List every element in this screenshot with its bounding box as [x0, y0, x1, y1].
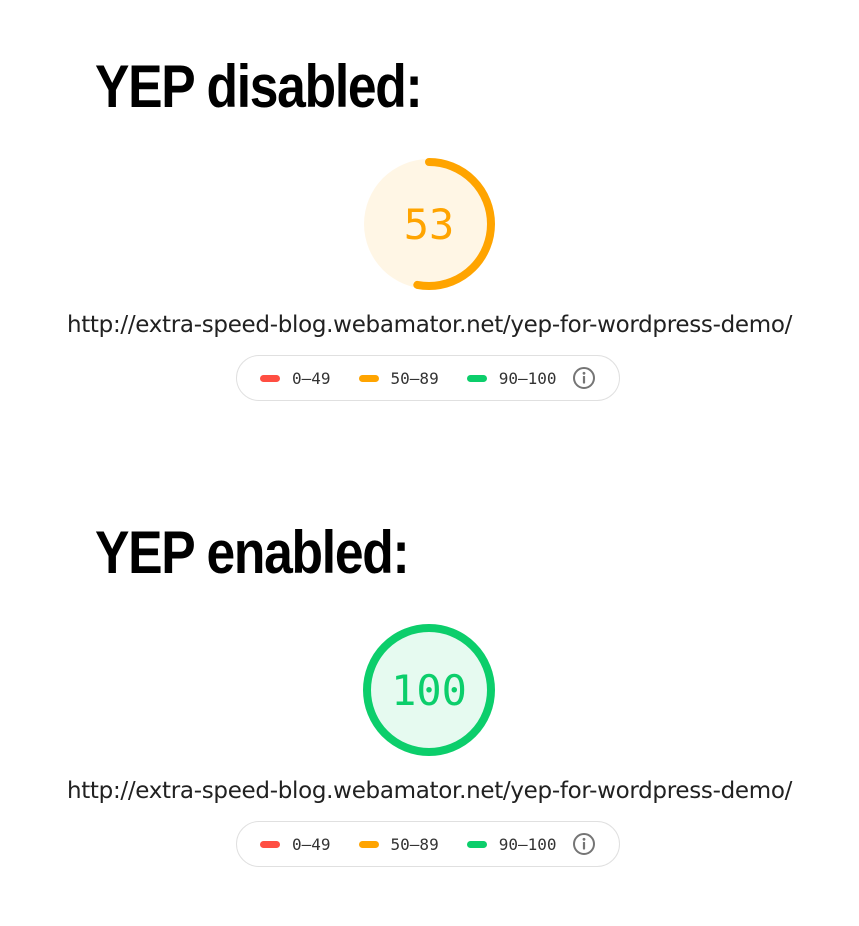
section-heading: YEP disabled: [95, 53, 423, 120]
legend-swatch-fail [260, 840, 280, 848]
report-enabled: YEP enabled: 100 http://extra-speed-blog… [0, 466, 859, 886]
legend-swatch-fail [260, 374, 280, 382]
legend-label: 90–100 [498, 834, 557, 854]
score-legend: 0–49 50–89 90–100 [236, 821, 620, 867]
legend-item-fail: 0–49 [260, 369, 331, 388]
score-legend: 0–49 50–89 90–100 [236, 355, 620, 401]
legend-item-average: 50–89 [358, 834, 439, 854]
legend-label: 50–89 [390, 834, 439, 854]
section-heading: YEP enabled: [95, 519, 410, 586]
legend-swatch-average [358, 374, 379, 382]
legend-label: 90–100 [498, 368, 557, 388]
score-gauge: 100 [359, 620, 499, 760]
legend-label: 50–89 [390, 368, 439, 388]
legend-item-fail: 0–49 [260, 835, 331, 854]
tested-url: http://extra-speed-blog.webamator.net/ye… [66, 778, 793, 804]
legend-swatch-pass [466, 374, 487, 382]
legend-label: 0–49 [292, 834, 331, 854]
info-circle-icon[interactable] [572, 832, 596, 856]
legend-label: 0–49 [292, 368, 331, 388]
legend-item-pass: 90–100 [466, 834, 557, 854]
score-gauge: 53 [359, 154, 499, 294]
score-value: 53 [403, 199, 455, 249]
score-value: 100 [391, 665, 467, 715]
legend-item-average: 50–89 [358, 368, 439, 388]
legend-item-pass: 90–100 [466, 368, 557, 388]
tested-url: http://extra-speed-blog.webamator.net/ye… [66, 312, 793, 338]
report-disabled: YEP disabled: 53 http://extra-speed-blog… [0, 0, 859, 420]
info-circle-icon[interactable] [572, 366, 596, 390]
legend-swatch-average [358, 840, 379, 848]
legend-swatch-pass [466, 840, 487, 848]
